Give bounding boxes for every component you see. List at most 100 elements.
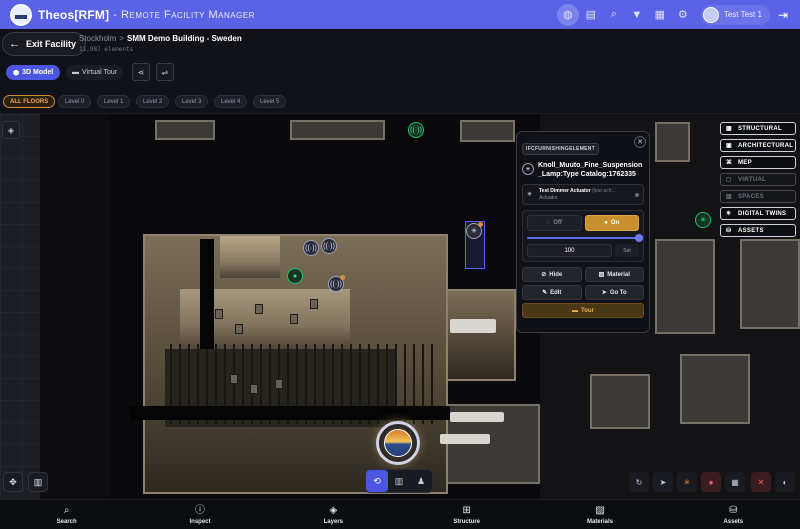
floor-chip-level-2[interactable]: Level 2 (136, 95, 170, 108)
sensor-marker[interactable]: ((·)) (328, 275, 345, 292)
chair (310, 299, 318, 309)
floor-chip-all[interactable]: ALL FLOORS (3, 95, 56, 108)
mode-3d-model-button[interactable]: ⬢ 3D Model (6, 65, 61, 80)
search-icon[interactable]: ⌕ (603, 4, 625, 26)
minimap-button[interactable]: ▥ (28, 472, 48, 492)
filter-icon[interactable]: ▼ (626, 4, 648, 26)
on-button[interactable]: ● On (584, 215, 639, 231)
layer-label: DIGITAL TWINS (738, 210, 787, 217)
pipes-icon: ⌘ (726, 160, 733, 166)
app-subtitle: - Remote Facility Manager (113, 8, 255, 21)
sensor-marker[interactable]: ((·)) (321, 238, 337, 254)
layer-structural-button[interactable]: ▦ STRUCTURAL (720, 122, 796, 135)
lightbulb-button[interactable]: ● (701, 472, 721, 492)
off-label: Off (553, 220, 562, 226)
edit-button[interactable]: ✎ Edit (522, 285, 582, 300)
folder-icon[interactable]: ▤ (580, 4, 602, 26)
chair (250, 384, 258, 394)
palette-button[interactable]: ◐ (775, 472, 795, 492)
off-button[interactable]: ◌ Off (527, 215, 582, 231)
floor-chip-level-4[interactable]: Level 4 (214, 95, 248, 108)
set-button[interactable]: Set (615, 244, 639, 257)
close-icon[interactable]: ✕ (634, 136, 646, 148)
gamepad-button[interactable]: ✥ (3, 472, 23, 492)
layer-architectural-button[interactable]: ▣ ARCHITECTURAL (720, 139, 796, 152)
reset-view-button[interactable]: ↻ (629, 472, 649, 492)
video-icon: ▬ (572, 307, 579, 314)
layer-spaces-button[interactable]: ▧ SPACES (720, 190, 796, 203)
bottom-nav-layers[interactable]: ◈ Layers (267, 500, 400, 529)
digital-twin-marker[interactable]: ✳ (695, 212, 711, 228)
bottom-nav-materials[interactable]: ▨ Materials (533, 500, 666, 529)
lamp-actuator-marker[interactable]: ✳ (466, 222, 483, 239)
layer-mep-button[interactable]: ⌘ MEP (720, 156, 796, 169)
globe-icon[interactable]: ◍ (556, 3, 579, 26)
floor-chip-level-5[interactable]: Level 5 (253, 95, 287, 108)
floor-chip-level-1[interactable]: Level 1 (97, 95, 131, 108)
map-icon: ▥ (33, 476, 43, 487)
share-button[interactable]: ⋖ (132, 63, 150, 81)
sun-button[interactable]: ✳ (677, 472, 697, 492)
mode-virtual-tour-button[interactable]: ▬ Virtual Tour (66, 65, 124, 80)
facility-logo-badge[interactable] (376, 421, 420, 465)
sun-icon: ✳ (683, 477, 691, 487)
water-sensor-marker[interactable]: ● (287, 268, 303, 284)
actuator-card[interactable]: ✳ Test Dimmer Actuator (test-ach... Actu… (522, 184, 644, 205)
layer-label: STRUCTURAL (738, 125, 782, 132)
assets-icon: ⛁ (726, 228, 732, 234)
map-mode-button[interactable]: ▥ (388, 470, 410, 492)
floor-chip-level-3[interactable]: Level 3 (175, 95, 209, 108)
bottom-nav-assets[interactable]: ⛁ Assets (667, 500, 800, 529)
layer-assets-button[interactable]: ⛁ ASSETS (720, 224, 796, 237)
exit-facility-button[interactable]: ← Exit Facility (2, 32, 87, 56)
top-toolbar: ◍ ▤ ⌕ ▼ ▦ ⚙ Test Test 1 ⇥ (556, 0, 800, 29)
app-logo-icon[interactable] (10, 3, 32, 26)
slider-handle[interactable] (635, 234, 643, 242)
dim-level-slider[interactable] (527, 234, 643, 242)
goto-button[interactable]: ➤ Go To (584, 285, 644, 300)
user-name: Test Test 1 (723, 10, 762, 19)
map-icon: ▥ (394, 475, 404, 486)
logout-icon[interactable]: ⇥ (778, 8, 788, 22)
layers-toggle-button[interactable]: ◈ (2, 121, 20, 139)
building-window (290, 120, 385, 140)
layer-virtual-button[interactable]: ◻ VIRTUAL (720, 173, 796, 186)
sensor-marker[interactable]: ((·)) (303, 240, 319, 256)
grid-button[interactable]: ▦ (725, 472, 745, 492)
building-window (590, 374, 650, 429)
bottom-navigation: ⌕ Search ⓘ Inspect ◈ Layers ⊞ Structure ▨ Mat… (0, 499, 800, 529)
bottom-nav-structure[interactable]: ⊞ Structure (400, 500, 533, 529)
hide-label: Hide (549, 271, 563, 278)
layers-icon[interactable]: ▦ (649, 4, 671, 26)
floor-chip-level-0[interactable]: Level 0 (58, 95, 92, 108)
direction-button[interactable]: ➤ (653, 472, 673, 492)
building-window (740, 239, 800, 329)
actuator-title: Test Dimmer Actuator (539, 188, 591, 194)
user-menu[interactable]: Test Test 1 (700, 4, 770, 25)
digital-twin-marker[interactable]: ((·)) (408, 122, 424, 138)
mute-button[interactable]: ✕ (751, 472, 771, 492)
compare-button[interactable]: ⇌ (156, 63, 174, 81)
assets-icon: ⛁ (729, 504, 738, 516)
hide-button[interactable]: ⊘ Hide (522, 267, 582, 282)
palette-icon: ◐ (782, 477, 788, 487)
material-button[interactable]: ▨ Material (584, 267, 644, 282)
walk-mode-button[interactable]: ♟ (410, 470, 432, 492)
app-title: Theos[RFM] (38, 7, 110, 22)
dim-value-input[interactable]: 100 (527, 244, 612, 257)
lightbulb-icon: ● (708, 477, 714, 487)
breadcrumb-city[interactable]: Stockholm (79, 34, 116, 43)
gear-icon[interactable]: ⚙ (672, 4, 694, 26)
chair (290, 314, 298, 324)
layer-digital-twins-button[interactable]: ✳ DIGITAL TWINS (720, 207, 796, 220)
tour-button[interactable]: ▬ Tour (522, 303, 644, 318)
bottom-nav-search[interactable]: ⌕ Search (0, 500, 133, 529)
compare-icon: ⇌ (161, 67, 169, 77)
walk-icon: ♟ (416, 475, 426, 486)
lit-room-level-2 (446, 289, 516, 381)
actuator-type: Actuator (539, 195, 558, 201)
bottom-nav-inspect[interactable]: ⓘ Inspect (133, 500, 266, 529)
app-root: Theos[RFM] - Remote Facility Manager ◍ ▤… (0, 0, 800, 529)
building-window (460, 120, 515, 142)
orbit-mode-button[interactable]: ⟲ (366, 470, 388, 492)
